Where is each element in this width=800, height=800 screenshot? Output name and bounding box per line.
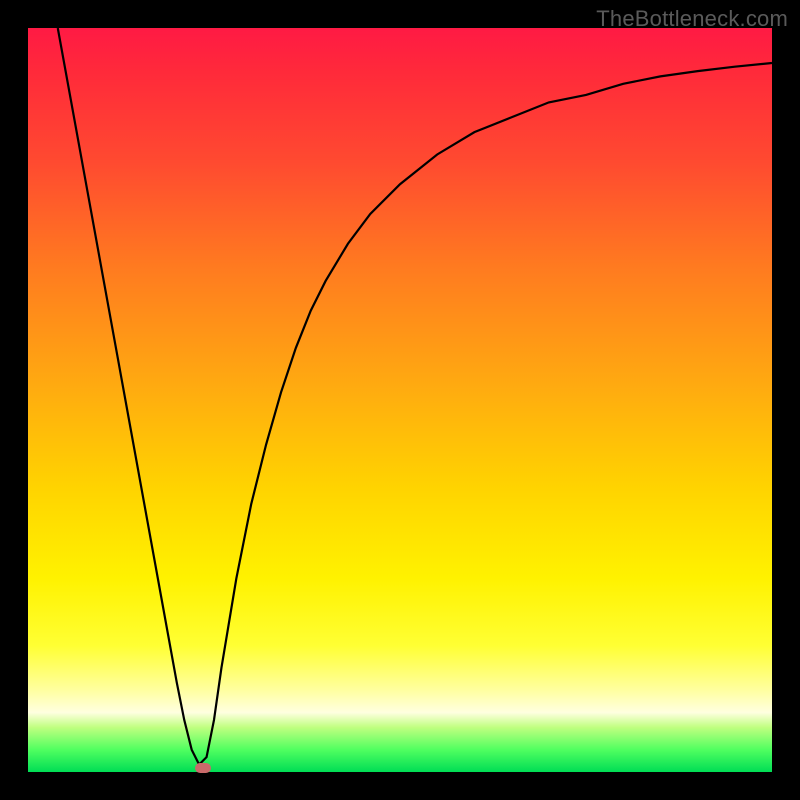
curve-path: [58, 28, 772, 765]
chart-frame: TheBottleneck.com: [0, 0, 800, 800]
optimal-point-marker: [195, 763, 211, 773]
watermark-text: TheBottleneck.com: [596, 6, 788, 32]
bottleneck-curve: [28, 28, 772, 772]
plot-area: [28, 28, 772, 772]
